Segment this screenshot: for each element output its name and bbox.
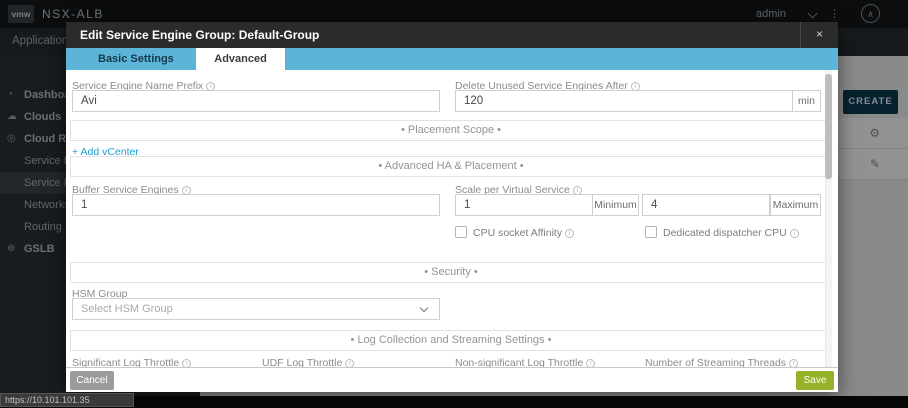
section-log-settings: • Log Collection and Streaming Settings …: [70, 330, 832, 351]
cancel-button[interactable]: Cancel: [70, 371, 114, 390]
close-icon[interactable]: ×: [800, 22, 838, 48]
significant-log-throttle-label: Significant Log Throttle: [72, 357, 192, 367]
tab-basic-settings[interactable]: Basic Settings: [80, 48, 192, 70]
edit-se-group-modal: Edit Service Engine Group: Default-Group…: [66, 22, 838, 392]
modal-header: Edit Service Engine Group: Default-Group…: [66, 22, 838, 48]
non-significant-log-throttle-label: Non-significant Log Throttle: [455, 357, 596, 367]
section-security: • Security •: [70, 262, 832, 283]
section-placement-scope: • Placement Scope •: [70, 120, 832, 141]
section-advanced-ha: • Advanced HA & Placement •: [70, 156, 832, 177]
nsx-alb-screen: vmw NSX-ALB admin ⋮ ∧ Applications ◔ Das…: [0, 0, 908, 408]
cpu-socket-affinity-checkbox[interactable]: [455, 226, 467, 238]
hsm-group-select[interactable]: Select HSM Group: [72, 298, 440, 320]
udf-log-throttle-label: UDF Log Throttle: [262, 357, 355, 367]
info-icon: [565, 229, 575, 238]
modal-footer: Cancel Save: [66, 367, 838, 392]
modal-scrollbar-thumb[interactable]: [825, 74, 832, 179]
scale-vs-max-suffix: Maximum: [770, 194, 821, 216]
info-icon: [586, 359, 596, 367]
dedicated-dispatcher-label: Dedicated dispatcher CPU: [663, 227, 799, 239]
modal-body: Service Engine Name Prefix Delete Unused…: [66, 70, 838, 367]
save-button[interactable]: Save: [796, 371, 834, 390]
modal-tabstrip: Basic Settings Advanced: [66, 48, 838, 70]
streaming-threads-label: Number of Streaming Threads: [645, 357, 799, 367]
info-icon: [789, 359, 799, 367]
delete-unused-unit: min: [793, 90, 821, 112]
buffer-se-input[interactable]: [72, 194, 440, 216]
scale-vs-min-suffix: Minimum: [593, 194, 639, 216]
chevron-down-icon: [419, 303, 429, 313]
dedicated-dispatcher-checkbox[interactable]: [645, 226, 657, 238]
cpu-socket-affinity-label: CPU socket Affinity: [473, 227, 575, 239]
se-name-prefix-input[interactable]: [72, 90, 440, 112]
info-icon: [345, 359, 355, 367]
info-icon: [789, 229, 799, 238]
info-icon: [182, 359, 192, 367]
tab-advanced[interactable]: Advanced: [196, 48, 285, 70]
delete-unused-input[interactable]: [455, 90, 793, 112]
scale-vs-max-input[interactable]: [642, 194, 770, 216]
status-url-tooltip: https://10.101.101.35: [0, 393, 134, 407]
modal-title: Edit Service Engine Group: Default-Group: [80, 28, 320, 42]
scale-vs-min-input[interactable]: [455, 194, 593, 216]
